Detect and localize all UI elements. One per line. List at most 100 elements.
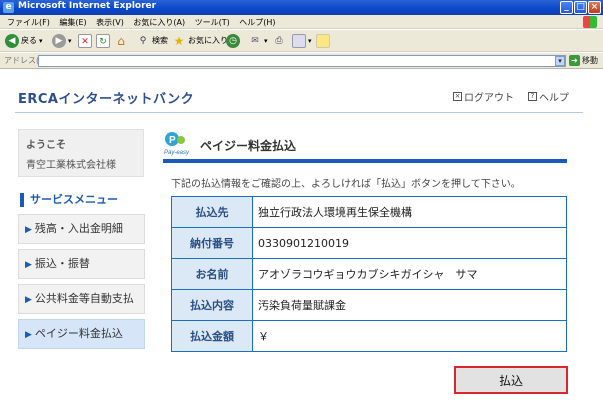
help-icon: ?: [528, 92, 537, 101]
row-label-payee: 払込先: [171, 196, 253, 228]
section-title: ペイジー料金払込: [200, 139, 297, 153]
sidebar-item-transfer[interactable]: ▶ 振込・振替: [18, 249, 145, 279]
note-button[interactable]: [316, 33, 332, 49]
refresh-icon: ↻: [96, 34, 110, 48]
payeasy-logo-text: Pay-easy: [164, 150, 190, 156]
row-label-amount: 払込金額: [171, 320, 253, 352]
row-label-name: お名前: [171, 258, 253, 290]
help-label: ヘルプ: [539, 93, 569, 104]
address-bar: アドレス(D) ▾ ➔ 移動: [0, 53, 603, 69]
edit-icon: [292, 34, 306, 48]
forward-dropdown-icon: ▾: [68, 37, 72, 45]
row-value-content: 汚染負荷量賦課金: [252, 289, 567, 321]
payeasy-logo-icon: P Pay-easy: [164, 132, 190, 156]
back-label: 戻る: [21, 36, 37, 45]
address-dropdown-icon[interactable]: ▾: [555, 56, 565, 66]
instruction-text: 下記の払込情報をご確認の上、よろしければ「払込」ボタンを押して下さい。: [171, 179, 521, 190]
forward-arrow-icon: ▶: [52, 34, 66, 48]
brand-title: ERCAインターネットバンク: [18, 92, 195, 107]
pay-button[interactable]: 払込: [454, 366, 568, 394]
menu-edit[interactable]: 編集(E): [56, 16, 89, 30]
sidebar-item-label: 公共料金等自動支払: [34, 292, 134, 305]
sidebar-item-label: ペイジー料金払込: [34, 327, 123, 340]
edit-button[interactable]: ▾: [292, 33, 312, 49]
service-menu-title: サービスメニュー: [20, 193, 118, 207]
sidebar-item-payeasy[interactable]: ▶ ペイジー料金払込: [18, 319, 145, 349]
svg-text:P: P: [169, 135, 176, 146]
payment-info-table: 払込先 独立行政法人環境再生保全機構 納付番号 0330901210019 お名…: [171, 196, 567, 352]
search-icon: ⚲: [139, 36, 147, 46]
window-titlebar: e Microsoft Internet Explorer _ □ ×: [0, 0, 603, 15]
windows-flag-icon: [583, 16, 597, 28]
logout-icon: ×: [453, 92, 462, 101]
table-row: 払込先 独立行政法人環境再生保全機構: [171, 196, 567, 228]
go-arrow-icon: ➔: [569, 55, 580, 66]
mail-icon: ✉: [251, 36, 259, 46]
close-button[interactable]: ×: [588, 1, 601, 14]
chevron-right-icon: ▶: [25, 330, 32, 340]
print-button[interactable]: ⎙: [272, 33, 288, 49]
menu-help[interactable]: ヘルプ(H): [236, 16, 278, 30]
sidebar-item-label: 振込・振替: [34, 257, 90, 270]
row-value-amount: ￥: [252, 320, 567, 352]
refresh-button[interactable]: ↻: [96, 33, 112, 49]
row-value-payee: 独立行政法人環境再生保全機構: [252, 196, 567, 228]
logout-label: ログアウト: [464, 93, 514, 104]
minimize-button[interactable]: _: [560, 1, 573, 14]
stop-button[interactable]: ✕: [78, 33, 94, 49]
menu-tools[interactable]: ツール(T): [192, 16, 233, 30]
company-name: 青空工業株式会社様: [26, 160, 116, 171]
go-label: 移動: [582, 56, 598, 65]
welcome-text: ようこそ: [26, 140, 66, 151]
menu-favorites[interactable]: お気に入り(A): [130, 16, 188, 30]
menu-file[interactable]: ファイル(F): [4, 16, 53, 30]
back-arrow-icon: ◀: [5, 34, 19, 48]
sidebar-item-balance[interactable]: ▶ 残高・入出金明細: [18, 214, 145, 244]
favorites-button[interactable]: ★ お気に入り: [172, 33, 228, 49]
help-link[interactable]: ? ヘルプ: [528, 89, 569, 104]
favorites-label: お気に入り: [188, 36, 228, 45]
edit-dropdown-icon: ▾: [308, 37, 312, 45]
chevron-right-icon: ▶: [25, 225, 32, 235]
sidebar-item-utility-payment[interactable]: ▶ 公共料金等自動支払: [18, 284, 145, 314]
history-button[interactable]: ◷: [226, 33, 242, 49]
window-title: Microsoft Internet Explorer: [18, 1, 157, 11]
back-dropdown-icon: ▾: [39, 37, 43, 45]
favorites-star-icon: ★: [173, 34, 185, 48]
menu-view[interactable]: 表示(V): [93, 16, 127, 30]
row-value-payment-number: 0330901210019: [252, 227, 567, 259]
welcome-box: ようこそ 青空工業株式会社様: [18, 129, 144, 177]
maximize-button[interactable]: □: [574, 1, 587, 14]
logout-link[interactable]: × ログアウト: [453, 89, 514, 104]
header-links: × ログアウト ? ヘルプ: [453, 89, 569, 104]
row-label-content: 払込内容: [171, 289, 253, 321]
table-row: 払込内容 汚染負荷量賦課金: [171, 289, 567, 321]
home-icon: ⌂: [117, 34, 125, 48]
browser-toolbar: ◀ 戻る ▾ ▶ ▾ ✕ ↻ ⌂ ⚲ 検索 ★ お気に入り ◷ ✉ ▾ ⎙ ▾: [0, 30, 603, 52]
search-button[interactable]: ⚲ 検索: [136, 33, 168, 49]
stop-icon: ✕: [78, 34, 92, 48]
table-row: お名前 アオゾラコウギョウカブシキガイシャ サマ: [171, 258, 567, 290]
table-row: 払込金額 ￥: [171, 320, 567, 352]
address-input[interactable]: [38, 55, 566, 67]
mail-dropdown-icon: ▾: [264, 37, 268, 45]
row-value-name: アオゾラコウギョウカブシキガイシャ サマ: [252, 258, 567, 290]
chevron-right-icon: ▶: [25, 260, 32, 270]
chevron-right-icon: ▶: [25, 295, 32, 305]
mail-button[interactable]: ✉ ▾: [248, 33, 268, 49]
back-button[interactable]: ◀ 戻る ▾: [5, 33, 43, 49]
menu-bar: ファイル(F) 編集(E) 表示(V) お気に入り(A) ツール(T) ヘルプ(…: [0, 15, 603, 29]
home-button[interactable]: ⌂: [114, 33, 130, 49]
history-icon: ◷: [226, 34, 240, 48]
ie-logo-icon: e: [3, 2, 14, 13]
forward-button[interactable]: ▶ ▾: [52, 33, 72, 49]
sidebar-item-label: 残高・入出金明細: [34, 222, 123, 235]
go-button[interactable]: ➔ 移動: [569, 55, 598, 66]
row-label-payment-number: 納付番号: [171, 227, 253, 259]
note-icon: [316, 34, 330, 48]
search-label: 検索: [152, 36, 168, 45]
table-row: 納付番号 0330901210019: [171, 227, 567, 259]
print-icon: ⎙: [275, 36, 283, 46]
section-divider: [163, 159, 567, 163]
header-divider: [15, 112, 583, 113]
